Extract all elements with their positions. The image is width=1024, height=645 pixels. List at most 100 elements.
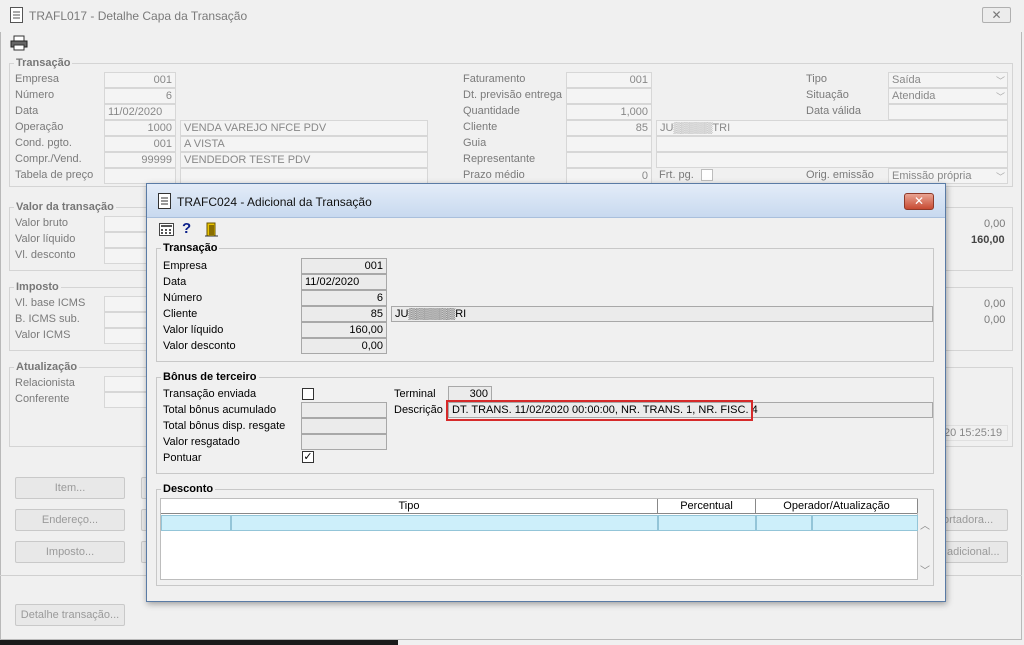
table-row[interactable] xyxy=(812,515,918,531)
frt-pg-label: Frt. pg. xyxy=(659,169,694,181)
valor-bruto-field xyxy=(104,216,148,232)
data-field[interactable]: 11/02/2020 xyxy=(104,104,176,120)
chevron-down-icon: ﹀ xyxy=(995,76,1005,86)
adicional-button[interactable]: adicional... xyxy=(940,541,1008,563)
data-valida-label: Data válida xyxy=(806,105,862,117)
cliente-code-field[interactable]: 85 xyxy=(566,120,652,136)
valor-icms-field xyxy=(104,328,148,344)
total-bonus-disp-field[interactable] xyxy=(301,418,387,434)
imposto-right-1: 0,00 xyxy=(984,298,1006,310)
print-icon[interactable] xyxy=(10,35,28,51)
calculator-icon[interactable] xyxy=(159,223,174,236)
group-valor-title: Valor da transação xyxy=(14,201,116,213)
help-icon[interactable]: ? xyxy=(182,220,191,237)
operacao-desc-field: VENDA VAREJO NFCE PDV xyxy=(180,120,428,136)
desconto-table: Tipo Percentual Operador/Atualização ︿ ﹀ xyxy=(160,498,930,580)
table-row[interactable] xyxy=(231,515,658,531)
situacao-select[interactable]: Atendida ﹀ xyxy=(888,88,1008,104)
dt-previsao-field[interactable] xyxy=(566,88,652,104)
dt-previsao-label: Dt. previsão entrega xyxy=(463,89,563,101)
compr-vend-desc-field: VENDEDOR TESTE PDV xyxy=(180,152,428,168)
vl-base-icms-field xyxy=(104,296,148,312)
imposto-button[interactable]: Imposto... xyxy=(15,541,125,563)
chevron-down-icon: ﹀ xyxy=(995,92,1005,102)
d-empresa-label: Empresa xyxy=(163,260,208,272)
terminal-label: Terminal xyxy=(394,388,436,400)
representante-label: Representante xyxy=(463,153,536,165)
situacao-value: Atendida xyxy=(892,90,936,102)
tipo-label: Tipo xyxy=(806,73,827,85)
vl-desconto-field xyxy=(104,248,148,264)
col-header-operador[interactable]: Operador/Atualização xyxy=(756,499,918,513)
operacao-code-field[interactable]: 1000 xyxy=(104,120,176,136)
tabela-preco-field[interactable] xyxy=(104,168,176,184)
frt-pg-checkbox[interactable] xyxy=(701,169,713,181)
scroll-up-icon[interactable]: ︿ xyxy=(920,517,930,532)
dialog-group-bonus-title: Bônus de terceiro xyxy=(161,371,259,383)
cliente-label: Cliente xyxy=(463,121,498,133)
d-valor-desconto-field[interactable]: 0,00 xyxy=(301,338,387,354)
group-atualizacao-title: Atualização xyxy=(14,361,80,373)
d-data-field[interactable]: 11/02/2020 xyxy=(301,274,387,290)
compr-vend-label: Compr./Vend. xyxy=(15,153,82,165)
main-close-button[interactable]: ✕ xyxy=(982,7,1011,23)
prazo-medio-field[interactable]: 0 xyxy=(566,168,652,184)
representante-field[interactable] xyxy=(566,152,652,168)
d-numero-field[interactable]: 6 xyxy=(301,290,387,306)
faturamento-label: Faturamento xyxy=(463,73,526,85)
scroll-down-icon[interactable]: ﹀ xyxy=(920,562,930,577)
cond-pgto-code-field[interactable]: 001 xyxy=(104,136,176,152)
exit-door-icon[interactable] xyxy=(205,222,219,237)
cond-pgto-label: Cond. pgto. xyxy=(15,137,72,149)
document-icon xyxy=(10,7,23,23)
guia-desc-field xyxy=(656,136,1008,152)
table-row-selected-cell[interactable] xyxy=(161,515,231,531)
endereco-button[interactable]: Endereço... xyxy=(15,509,125,531)
orig-emissao-select[interactable]: Emissão própria ﹀ xyxy=(888,168,1008,184)
empresa-field[interactable]: 001 xyxy=(104,72,176,88)
valor-right-1: 0,00 xyxy=(984,218,1006,230)
col-header-tipo[interactable]: Tipo xyxy=(161,499,658,513)
transportadora-button[interactable]: ortadora... xyxy=(940,509,1008,531)
guia-field[interactable] xyxy=(566,136,652,152)
atualizacao-timestamp: 20 15:25:19 xyxy=(940,425,1008,441)
total-bonus-acumulado-field[interactable] xyxy=(301,402,387,418)
dialog-close-button[interactable]: ✕ xyxy=(904,193,934,210)
guia-label: Guia xyxy=(463,137,487,149)
transacao-enviada-label: Transação enviada xyxy=(163,388,257,400)
relacionista-label: Relacionista xyxy=(15,377,75,389)
transacao-enviada-checkbox[interactable] xyxy=(302,388,314,400)
pontuar-checkbox[interactable]: ✓ xyxy=(302,451,314,463)
document-icon xyxy=(158,193,171,209)
table-row[interactable] xyxy=(658,515,756,531)
valor-icms-label: Valor ICMS xyxy=(15,329,71,341)
numero-field[interactable]: 6 xyxy=(104,88,176,104)
chevron-down-icon: ﹀ xyxy=(995,172,1005,182)
quantidade-label: Quantidade xyxy=(463,105,520,117)
d-empresa-field[interactable]: 001 xyxy=(301,258,387,274)
col-header-percentual[interactable]: Percentual xyxy=(658,499,756,513)
prazo-medio-label: Prazo médio xyxy=(463,169,525,181)
cliente-name-field: JU▒▒▒▒▒TRI xyxy=(656,120,1008,136)
valor-resgatado-field[interactable] xyxy=(301,434,387,450)
tabela-preco-desc-field xyxy=(180,168,428,184)
detalhe-transacao-button[interactable]: Detalhe transação... xyxy=(15,604,125,626)
situacao-label: Situação xyxy=(806,89,849,101)
dialog-title: TRAFC024 - Adicional da Transação xyxy=(177,195,372,209)
d-data-label: Data xyxy=(163,276,187,288)
conferente-field xyxy=(104,392,148,408)
item-button[interactable]: Item... xyxy=(15,477,125,499)
total-bonus-acumulado-label: Total bônus acumulado xyxy=(163,404,277,416)
d-cliente-code-field[interactable]: 85 xyxy=(301,306,387,322)
compr-vend-code-field[interactable]: 99999 xyxy=(104,152,176,168)
relacionista-field xyxy=(104,376,148,392)
tipo-select[interactable]: Saída ﹀ xyxy=(888,72,1008,88)
quantidade-field[interactable]: 1,000 xyxy=(566,104,652,120)
data-valida-field[interactable] xyxy=(888,104,1008,120)
imposto-right-2: 0,00 xyxy=(984,314,1006,326)
highlight-annotation-box xyxy=(446,400,753,421)
table-row[interactable] xyxy=(756,515,812,531)
operacao-label: Operação xyxy=(15,121,64,133)
d-valor-liquido-field[interactable]: 160,00 xyxy=(301,322,387,338)
faturamento-field[interactable]: 001 xyxy=(566,72,652,88)
